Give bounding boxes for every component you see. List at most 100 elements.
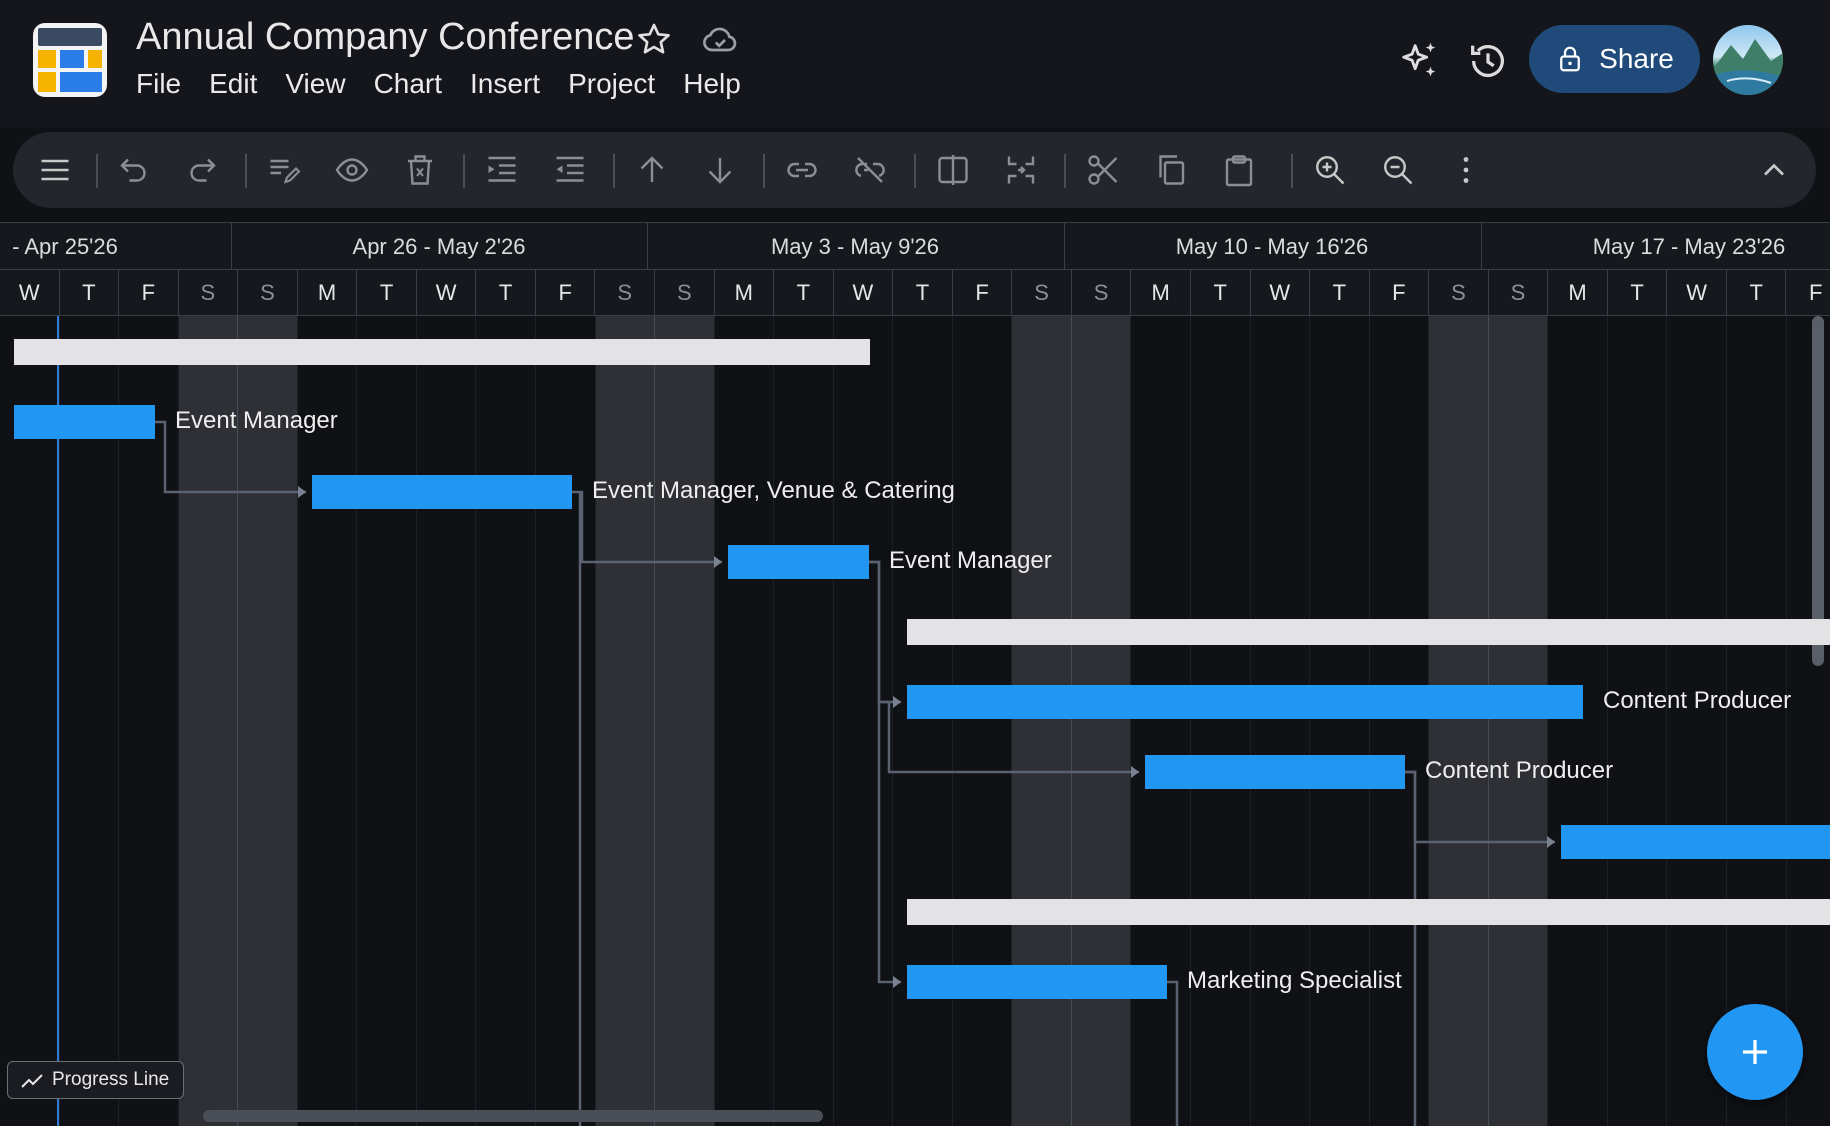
user-avatar[interactable]: [1713, 25, 1783, 95]
day-cell: T: [357, 270, 417, 316]
day-cell: S: [1072, 270, 1132, 316]
menu-project[interactable]: Project: [568, 68, 655, 100]
trend-line-icon: [21, 1074, 43, 1088]
collapse-toolbar-icon[interactable]: [1756, 152, 1792, 188]
copy-icon[interactable]: [1153, 152, 1189, 188]
star-icon[interactable]: [634, 20, 674, 60]
day-cell: T: [1608, 270, 1668, 316]
summary-bar[interactable]: [907, 619, 1830, 645]
document-title[interactable]: Annual Company Conference: [136, 16, 635, 59]
day-cell: F: [119, 270, 179, 316]
add-task-button[interactable]: [1707, 1004, 1803, 1100]
task-bar[interactable]: [728, 545, 869, 579]
day-cell: S: [1489, 270, 1549, 316]
day-cell: F: [1787, 270, 1830, 316]
history-icon[interactable]: [1465, 38, 1511, 84]
move-up-icon[interactable]: [634, 152, 670, 188]
menu-view[interactable]: View: [285, 68, 345, 100]
split-icon[interactable]: [935, 152, 971, 188]
menu-icon[interactable]: [37, 152, 73, 188]
week-label: Apr 26 - May 2'26: [352, 234, 526, 259]
day-cell: S: [596, 270, 655, 316]
task-resource-label: Marketing Specialist: [1187, 967, 1402, 994]
delete-icon[interactable]: [402, 152, 438, 188]
day-cell: F: [1370, 270, 1430, 316]
zoom-out-icon[interactable]: [1380, 152, 1416, 188]
task-bar[interactable]: [14, 405, 155, 439]
task-bar[interactable]: [907, 965, 1167, 999]
week-label: May 17 - May 23'26: [1592, 234, 1786, 259]
menu-help[interactable]: Help: [683, 68, 741, 100]
dependency-link[interactable]: [869, 560, 901, 704]
link-icon[interactable]: [784, 152, 820, 188]
cloud-saved-icon[interactable]: [700, 20, 740, 60]
dependency-arrow: [893, 696, 901, 708]
day-cell: W: [1251, 270, 1311, 316]
vertical-scrollbar[interactable]: [1812, 316, 1824, 666]
app-logo[interactable]: [33, 23, 107, 97]
week-label: May 10 - May 16'26: [1175, 234, 1369, 259]
day-cell: S: [655, 270, 715, 316]
share-label: Share: [1599, 43, 1674, 74]
zoom-in-icon[interactable]: [1312, 152, 1348, 188]
gantt-chart-area[interactable]: Event Manager Event Manager, Venue & Cate…: [0, 316, 1830, 1126]
day-cell: S: [1429, 270, 1489, 316]
day-header-row: WTFSSMTWTFSSMTWTFSSMTWTFSSMTWTF: [0, 270, 1830, 316]
day-cell: T: [1191, 270, 1251, 316]
summary-bar[interactable]: [14, 339, 870, 365]
move-down-icon[interactable]: [702, 152, 738, 188]
task-bar[interactable]: [1145, 755, 1405, 789]
task-resource-label: Event Manager: [175, 407, 338, 434]
share-button[interactable]: Share: [1529, 25, 1700, 93]
day-cell: F: [536, 270, 596, 316]
task-resource-label: Event Manager: [889, 547, 1052, 574]
menu-bar: File Edit View Chart Insert Project Help: [136, 68, 769, 100]
dependency-arrow: [1131, 766, 1139, 778]
day-cell: M: [1131, 270, 1191, 316]
task-bar[interactable]: [312, 475, 572, 509]
horizontal-scrollbar[interactable]: [203, 1110, 823, 1122]
menu-chart[interactable]: Chart: [374, 68, 442, 100]
more-icon[interactable]: [1448, 152, 1484, 188]
indent-icon[interactable]: [484, 152, 520, 188]
outdent-icon[interactable]: [552, 152, 588, 188]
paste-icon[interactable]: [1221, 152, 1257, 188]
day-cell: W: [1667, 270, 1727, 316]
day-cell: F: [953, 270, 1013, 316]
dependency-link[interactable]: [1167, 980, 1179, 1126]
collapse-icon[interactable]: [1003, 152, 1039, 188]
day-cell: T: [893, 270, 953, 316]
week-label: May 3 - May 9'26: [770, 234, 940, 259]
gantt-timeline: - Apr 25'26 Apr 26 - May 2'26 May 3 - Ma…: [0, 222, 1830, 1126]
view-icon[interactable]: [334, 152, 370, 188]
task-bar[interactable]: [1561, 825, 1830, 859]
dependency-arrow: [1547, 836, 1555, 848]
day-cell: M: [1548, 270, 1608, 316]
progress-line-button[interactable]: Progress Line: [7, 1061, 184, 1099]
menu-edit[interactable]: Edit: [209, 68, 257, 100]
day-cell: T: [774, 270, 834, 316]
week-header-row: - Apr 25'26 Apr 26 - May 2'26 May 3 - Ma…: [0, 222, 1830, 271]
task-bar[interactable]: [907, 685, 1583, 719]
day-cell: T: [60, 270, 120, 316]
dependency-links: [155, 420, 1555, 1126]
menu-insert[interactable]: Insert: [470, 68, 540, 100]
cut-icon[interactable]: [1085, 152, 1121, 188]
day-cell: M: [298, 270, 358, 316]
dependency-arrow: [893, 976, 901, 988]
unlink-icon[interactable]: [852, 152, 888, 188]
week-label: - Apr 25'26: [12, 234, 118, 259]
summary-bar[interactable]: [907, 899, 1830, 925]
menu-file[interactable]: File: [136, 68, 181, 100]
edit-task-icon[interactable]: [266, 152, 302, 188]
task-resource-label: Event Manager, Venue & Catering: [592, 477, 955, 504]
day-cell: M: [715, 270, 775, 316]
sparkle-icon[interactable]: [1396, 38, 1442, 84]
plus-icon: [1743, 1040, 1767, 1064]
redo-icon[interactable]: [184, 152, 220, 188]
toolbar: [13, 132, 1816, 208]
undo-icon[interactable]: [116, 152, 152, 188]
day-cell: S: [238, 270, 298, 316]
day-cell: W: [417, 270, 477, 316]
dependency-link[interactable]: [1405, 770, 1417, 1126]
